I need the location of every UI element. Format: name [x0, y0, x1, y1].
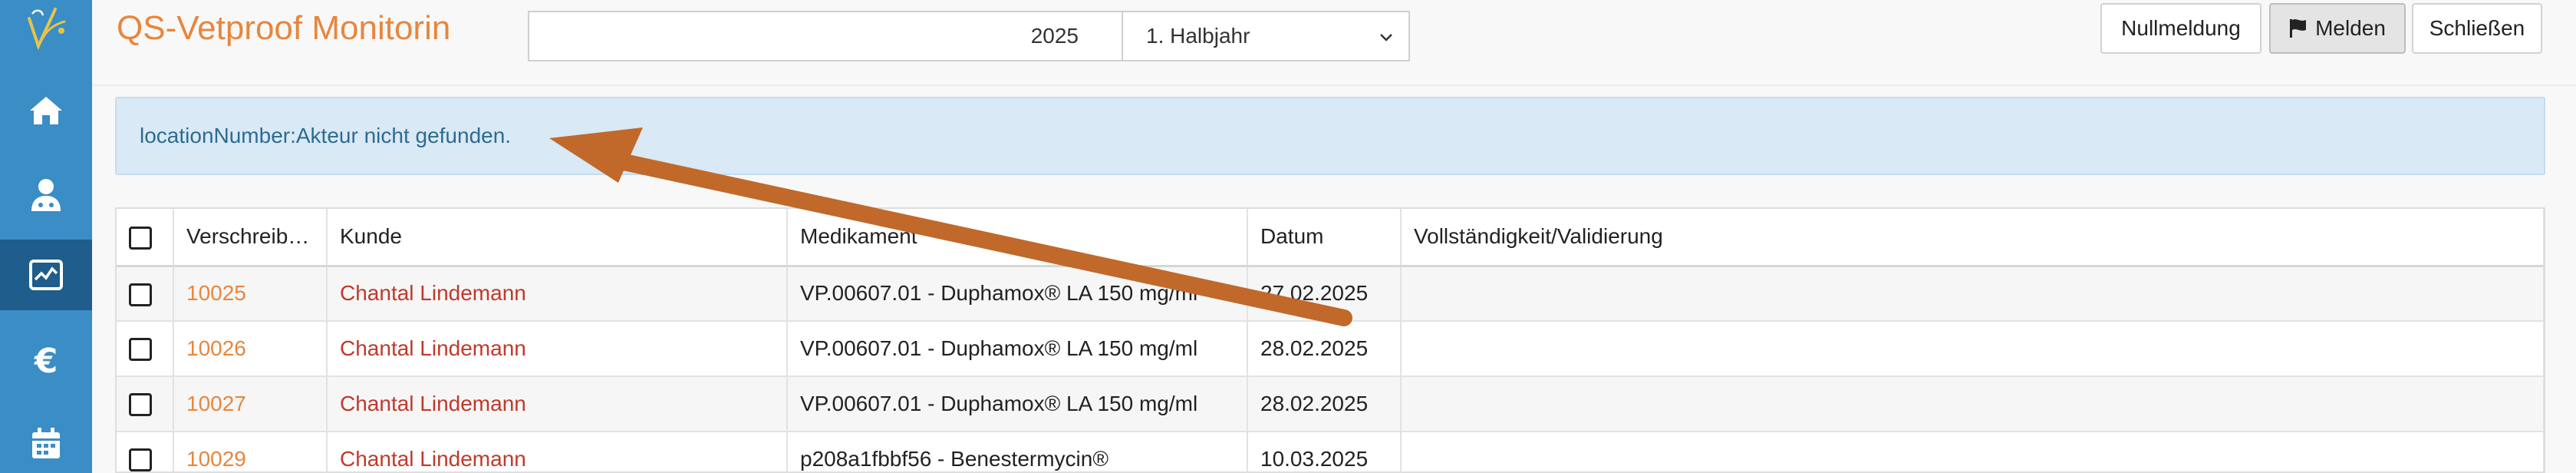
medication-cell: p208a1fbbf56 - Benestermycin® — [787, 432, 1248, 471]
prescription-id-link[interactable]: 10025 — [173, 266, 328, 322]
medication-cell: VP.00607.01 - Duphamox® LA 150 mg/ml — [787, 321, 1248, 377]
alert-message: locationNumber:Akteur nicht gefunden. — [115, 97, 2545, 175]
euro-icon: € — [34, 341, 58, 381]
home-icon — [30, 97, 62, 124]
customer-link[interactable]: Chantal Lindemann — [327, 321, 788, 377]
date-cell: 27.02.2025 — [1247, 266, 1402, 322]
page-header: QS-Vetproof Monitorin 1. Halbjahr Nullme… — [92, 0, 2576, 86]
row-checkbox[interactable] — [129, 283, 152, 306]
validation-cell — [1401, 266, 2544, 322]
validation-cell — [1401, 432, 2544, 471]
prescription-id-link[interactable]: 10027 — [173, 376, 328, 432]
table-row[interactable]: 10027 Chantal Lindemann VP.00607.01 - Du… — [117, 376, 2544, 432]
column-header-validierung[interactable]: Vollständigkeit/Validierung — [1401, 209, 2544, 266]
table-row[interactable]: 10026 Chantal Lindemann VP.00607.01 - Du… — [117, 321, 2544, 377]
column-header-datum[interactable]: Datum — [1247, 209, 1402, 266]
page-title: QS-Vetproof Monitorin — [117, 9, 451, 47]
melden-button[interactable]: Melden — [2269, 3, 2406, 54]
date-cell: 10.03.2025 — [1247, 432, 1402, 471]
row-select-cell — [117, 376, 174, 432]
calendar-icon — [32, 428, 60, 458]
select-all-checkbox[interactable] — [129, 226, 152, 250]
sidebar-item-calendar[interactable] — [0, 415, 92, 473]
row-checkbox[interactable] — [129, 393, 152, 417]
melden-button-label: Melden — [2315, 16, 2386, 40]
schliessen-button[interactable]: Schließen — [2412, 3, 2542, 54]
column-header-kunde[interactable]: Kunde — [327, 209, 788, 266]
column-header-verschreibung[interactable]: Verschreib… — [173, 209, 328, 266]
sidebar: € — [0, 0, 92, 473]
nullmeldung-button[interactable]: Nullmeldung — [2100, 3, 2261, 54]
schliessen-button-label: Schließen — [2429, 16, 2525, 40]
main-content: QS-Vetproof Monitorin 1. Halbjahr Nullme… — [92, 0, 2576, 473]
prescription-id-link[interactable]: 10026 — [173, 321, 328, 377]
prescription-id-link[interactable]: 10029 — [173, 432, 328, 471]
date-cell: 28.02.2025 — [1247, 376, 1402, 432]
period-select[interactable]: 1. Halbjahr — [1123, 11, 1410, 61]
table-header-row: Verschreib… Kunde Medikament Datum Volls… — [117, 209, 2544, 266]
sidebar-item-home[interactable] — [0, 81, 92, 140]
row-checkbox[interactable] — [129, 338, 152, 362]
row-select-cell — [117, 432, 174, 471]
sidebar-item-monitoring[interactable] — [0, 240, 92, 310]
row-select-cell — [117, 321, 174, 377]
date-cell: 28.02.2025 — [1247, 321, 1402, 377]
flag-icon — [2290, 19, 2307, 38]
alert-text: locationNumber:Akteur nicht gefunden. — [140, 124, 512, 147]
vet-user-icon — [31, 179, 61, 211]
prescriptions-table: Verschreib… Kunde Medikament Datum Volls… — [115, 207, 2545, 473]
customer-link[interactable]: Chantal Lindemann — [327, 432, 788, 471]
table-row[interactable]: 10029 Chantal Lindemann p208a1fbbf56 - B… — [117, 432, 2544, 471]
chevron-down-icon — [1380, 34, 1392, 41]
monitor-chart-icon — [29, 260, 63, 290]
period-select-value: 1. Halbjahr — [1146, 24, 1250, 48]
row-select-cell — [117, 266, 174, 322]
customer-link[interactable]: Chantal Lindemann — [327, 266, 788, 322]
medication-cell: VP.00607.01 - Duphamox® LA 150 mg/ml — [787, 376, 1248, 432]
nullmeldung-button-label: Nullmeldung — [2121, 16, 2241, 40]
row-checkbox[interactable] — [129, 448, 152, 471]
customer-link[interactable]: Chantal Lindemann — [327, 376, 788, 432]
validation-cell — [1401, 321, 2544, 377]
validation-cell — [1401, 376, 2544, 432]
column-header-medikament[interactable]: Medikament — [787, 209, 1248, 266]
select-all-cell — [117, 209, 174, 266]
app-logo-icon[interactable] — [18, 3, 74, 58]
sidebar-item-vet[interactable] — [0, 166, 92, 224]
year-input[interactable] — [528, 11, 1123, 61]
medication-cell: VP.00607.01 - Duphamox® LA 150 mg/ml — [787, 266, 1248, 322]
table-row[interactable]: 10025 Chantal Lindemann VP.00607.01 - Du… — [117, 266, 2544, 322]
sidebar-item-finance[interactable]: € — [0, 332, 92, 390]
